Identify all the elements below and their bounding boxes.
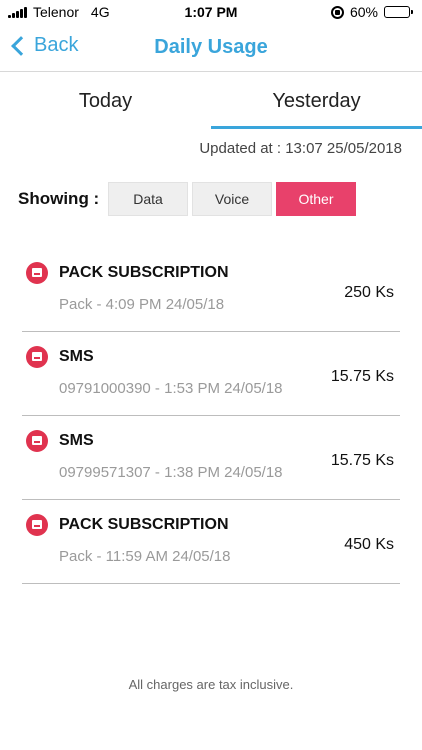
item-subtitle: Pack - 4:09 PM 24/05/18 — [59, 296, 225, 313]
sim-card-icon — [26, 262, 48, 284]
list-item: PACK SUBSCRIPTION Pack - 4:09 PM 24/05/1… — [22, 248, 400, 332]
list-item: PACK SUBSCRIPTION Pack - 11:59 AM 24/05/… — [22, 500, 400, 584]
item-amount: 250 Ks — [344, 284, 394, 301]
usage-list: PACK SUBSCRIPTION Pack - 4:09 PM 24/05/1… — [22, 248, 400, 584]
item-title: SMS — [59, 348, 94, 365]
navigation-bar: Back Daily Usage — [0, 26, 422, 72]
orientation-lock-icon — [330, 5, 344, 19]
item-amount: 15.75 Ks — [330, 452, 394, 469]
tab-today[interactable]: Today — [0, 73, 211, 129]
filter-voice-button[interactable]: Voice — [192, 182, 272, 216]
list-item: SMS 09791000390 - 1:53 PM 24/05/18 15.75… — [22, 332, 400, 416]
item-amount: 450 Ks — [344, 536, 394, 553]
item-title: PACK SUBSCRIPTION — [59, 264, 229, 281]
list-item: SMS 09799571307 - 1:38 PM 24/05/18 15.75… — [22, 416, 400, 500]
item-title: PACK SUBSCRIPTION — [59, 516, 229, 533]
item-title: SMS — [59, 432, 94, 449]
battery-percent: 60% — [349, 4, 378, 20]
item-subtitle: 09791000390 - 1:53 PM 24/05/18 — [59, 380, 283, 397]
tab-yesterday[interactable]: Yesterday — [211, 73, 422, 129]
item-subtitle: Pack - 11:59 AM 24/05/18 — [59, 548, 231, 565]
item-subtitle: 09799571307 - 1:38 PM 24/05/18 — [59, 464, 283, 481]
sim-card-icon — [26, 430, 48, 452]
filter-data-button[interactable]: Data — [108, 182, 188, 216]
period-tabs: Today Yesterday — [0, 73, 422, 129]
status-right: 60% — [330, 4, 413, 20]
item-amount: 15.75 Ks — [330, 368, 394, 385]
filter-label: Showing : — [18, 189, 100, 208]
battery-icon — [384, 6, 413, 18]
page-title: Daily Usage — [154, 36, 268, 58]
tax-note: All charges are tax inclusive. — [128, 677, 294, 692]
updated-timestamp: Updated at : 13:07 25/05/2018 — [199, 140, 402, 157]
filter-row: Showing : Data Voice Other — [18, 182, 360, 216]
sim-card-icon — [26, 346, 48, 368]
status-bar: Telenor 4G 1:07 PM 60% — [0, 0, 422, 26]
filter-other-button[interactable]: Other — [276, 182, 356, 216]
sim-card-icon — [26, 514, 48, 536]
